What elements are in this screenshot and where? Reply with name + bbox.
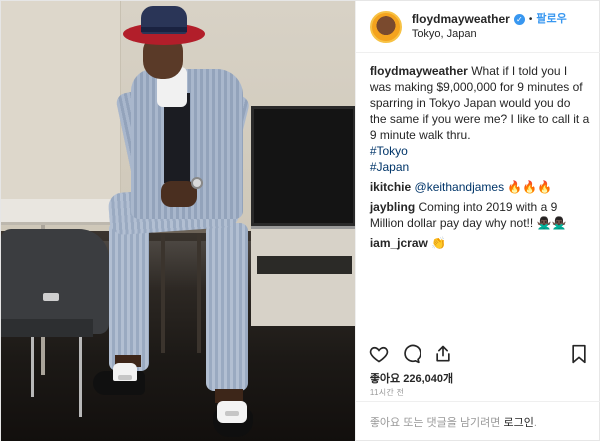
photo-stool-leg [197,233,201,353]
photo-stool-leg [161,233,165,353]
bookmark-icon[interactable] [568,343,590,365]
instagram-post: floydmayweather ✓ • 팔로우 Tokyo, Japan flo… [0,0,600,441]
comment-username[interactable]: iam_jcraw [370,236,428,250]
login-prompt-period: . [533,417,537,429]
follow-button[interactable]: 팔로우 [536,12,566,27]
login-prompt-text: 좋아요 또는 댓글을 남기려면 [369,417,501,429]
photo-tv-shelf [257,256,352,274]
header-info: floydmayweather ✓ • 팔로우 Tokyo, Japan [412,12,567,42]
username-row: floydmayweather ✓ • 팔로우 [412,12,567,27]
post-timestamp[interactable]: 11시간 전 [370,387,404,398]
login-prompt: 좋아요 또는 댓글을 남기려면 로그인. [355,401,600,441]
avatar[interactable] [369,10,402,43]
action-bar [368,341,590,367]
photo-person-hat-band [141,27,187,32]
photo-chair-handle [43,293,59,301]
caption-username[interactable]: floydmayweather [370,64,468,78]
comment-text: 🔥🔥🔥 [507,180,553,194]
photo-person-leg-left [109,221,149,371]
photo-tv-stand [251,226,355,326]
photo-person-leg-right [206,223,248,391]
comment-item: jaybling Coming into 2019 with a 9 Milli… [370,199,590,231]
post-header: floydmayweather ✓ • 팔로우 Tokyo, Japan [355,1,600,53]
photo-wall-panel [1,1,121,221]
comment-text: 👏 [431,236,447,250]
photo-chair-seat [1,319,93,337]
comment-item: ikitchie @keithandjames 🔥🔥🔥 [370,179,590,195]
post-photo[interactable] [1,1,355,441]
separator-dot: • [528,13,533,25]
comment-username[interactable]: jaybling [370,200,415,214]
comments-list: floydmayweather What if I told you I was… [370,63,590,255]
heart-icon[interactable] [368,343,390,365]
share-icon[interactable] [432,343,454,365]
comment-item: iam_jcraw 👏 [370,235,590,251]
comment-icon[interactable] [400,343,422,365]
hashtag-link[interactable]: #Japan [370,160,409,174]
comment-username[interactable]: ikitchie [370,180,411,194]
photo-person-watch [191,177,203,189]
comment-mention-link[interactable]: @keithandjames [415,180,505,194]
verified-badge-icon: ✓ [513,13,525,25]
location-link[interactable]: Tokyo, Japan [412,27,567,42]
caption: floydmayweather What if I told you I was… [370,63,590,175]
photo-chair-leg [79,337,82,417]
header-username[interactable]: floydmayweather [412,12,510,27]
post-side-panel: floydmayweather ✓ • 팔로우 Tokyo, Japan flo… [354,1,600,441]
login-link[interactable]: 로그인 [503,417,533,429]
photo-person-shoe-buckle [225,411,239,416]
photo-chair-leg [31,337,34,397]
hashtag-link[interactable]: #Tokyo [370,144,408,158]
photo-tv [251,106,355,226]
photo-person-shoe-buckle [118,375,132,380]
likes-count[interactable]: 좋아요 226,040개 [370,370,453,386]
